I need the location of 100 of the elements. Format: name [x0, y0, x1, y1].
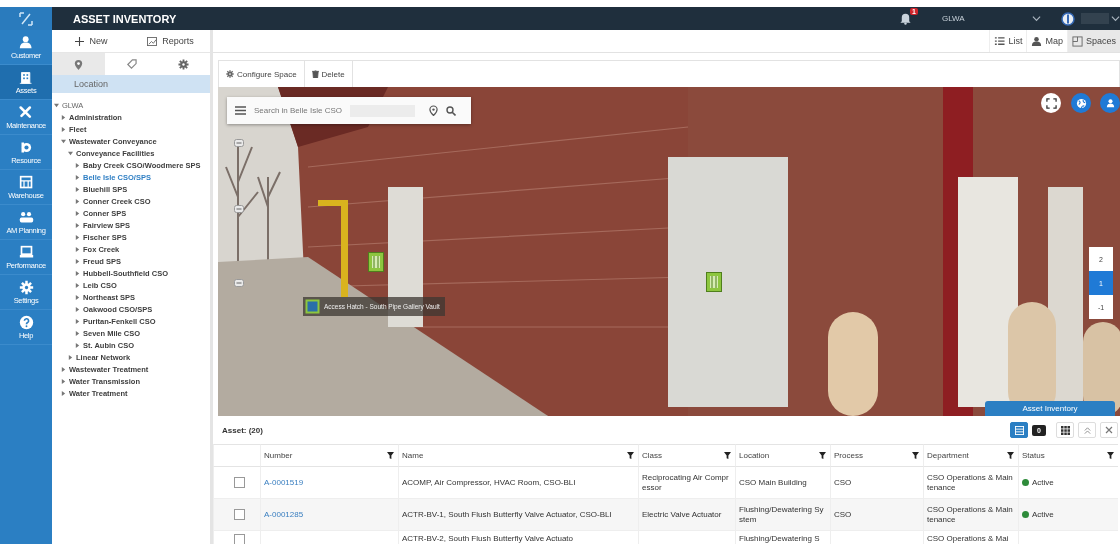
- caret-right-icon[interactable]: [61, 126, 66, 132]
- caret-right-icon[interactable]: [75, 282, 80, 288]
- column-title: Process: [834, 451, 863, 460]
- column-title: Class: [642, 451, 662, 460]
- caret-right-icon[interactable]: [75, 342, 80, 348]
- help-icon[interactable]: [18, 314, 34, 330]
- column-header[interactable]: Department: [923, 444, 1018, 467]
- filter-icon[interactable]: [1007, 452, 1014, 459]
- marker-icon[interactable]: [234, 139, 244, 147]
- person-icon[interactable]: [18, 34, 34, 50]
- caret-right-icon[interactable]: [75, 234, 80, 240]
- settings-icon[interactable]: [18, 279, 34, 295]
- panel-tab[interactable]: [52, 53, 105, 75]
- app-title: ASSET INVENTORY: [72, 12, 178, 25]
- caret-right-icon[interactable]: [61, 114, 66, 120]
- section-header: Location: [52, 75, 210, 93]
- column-header[interactable]: Name: [398, 444, 638, 467]
- caret-right-icon[interactable]: [75, 318, 80, 324]
- caret-down-icon[interactable]: [61, 138, 66, 144]
- status-text: Active: [1032, 477, 1054, 488]
- asset-marker-icon[interactable]: [368, 252, 384, 272]
- menu-icon[interactable]: [235, 106, 246, 115]
- caret-right-icon[interactable]: [61, 390, 66, 396]
- column-title: Name: [402, 451, 424, 460]
- filter-icon[interactable]: [1107, 452, 1114, 459]
- caret-right-icon[interactable]: [75, 270, 80, 276]
- filter-icon[interactable]: [627, 452, 634, 459]
- tools-icon[interactable]: [18, 104, 34, 120]
- marker-icon[interactable]: [234, 205, 244, 213]
- column-title: Status: [1022, 451, 1045, 460]
- column-header[interactable]: Process: [830, 444, 923, 467]
- asset-count: Asset: (20): [221, 425, 264, 435]
- table-cell: Flushing/Dewatering S: [739, 534, 820, 544]
- asset-inventory-tab[interactable]: Asset Inventory: [985, 401, 1115, 416]
- column-header[interactable]: Number: [260, 444, 398, 467]
- filter-icon[interactable]: [912, 452, 919, 459]
- table-cell-text: CSO Operations & Maintenance: [927, 472, 1014, 493]
- laptop-icon[interactable]: [18, 244, 34, 260]
- column-header[interactable]: Class: [638, 444, 735, 467]
- asset-link[interactable]: A-0001519: [264, 477, 304, 488]
- caret-right-icon[interactable]: [75, 258, 80, 264]
- search-icon[interactable]: [446, 105, 457, 116]
- checkbox[interactable]: [234, 534, 245, 544]
- tag-icon: [125, 58, 137, 70]
- chevron-down-icon[interactable]: [1111, 14, 1120, 23]
- caret-right-icon[interactable]: [75, 294, 80, 300]
- caret-right-icon[interactable]: [75, 306, 80, 312]
- column-header[interactable]: Location: [735, 444, 830, 467]
- table-cell: ACOMP, Air Compressor, HVAC Room, CSO-BLI: [402, 477, 576, 488]
- view-toggle[interactable]: Spaces: [1066, 30, 1120, 52]
- person-icon: [1031, 35, 1043, 47]
- filter-icon[interactable]: [724, 452, 731, 459]
- table-cell-text: Reciprocating Air Compressor: [642, 472, 730, 493]
- column-title: Number: [264, 451, 293, 460]
- column-header[interactable]: Status: [1018, 444, 1118, 467]
- close-icon: [1105, 426, 1113, 434]
- caret-right-icon[interactable]: [75, 210, 80, 216]
- caret-right-icon[interactable]: [75, 162, 80, 168]
- caret-down-icon[interactable]: [54, 102, 59, 108]
- meeting-icon[interactable]: [18, 209, 34, 225]
- asset-link[interactable]: A-0001285: [264, 509, 304, 520]
- checkbox[interactable]: [234, 509, 245, 520]
- caret-down-icon[interactable]: [68, 150, 73, 156]
- caret-right-icon[interactable]: [75, 246, 80, 252]
- table-cell-text: CSO Operations & Maintenance: [927, 504, 1014, 525]
- checkbox[interactable]: [234, 477, 245, 488]
- close-button[interactable]: [1100, 422, 1118, 438]
- chevron-down-icon[interactable]: [1032, 14, 1041, 23]
- marker-icon[interactable]: [234, 279, 244, 287]
- caret-right-icon[interactable]: [68, 354, 73, 360]
- table-view-button[interactable]: [1010, 422, 1029, 438]
- column-title: Department: [927, 451, 969, 460]
- organization-name[interactable]: GLWA: [942, 14, 1032, 23]
- pin-icon[interactable]: [429, 105, 439, 116]
- caret-right-icon[interactable]: [75, 222, 80, 228]
- warehouse-icon[interactable]: [18, 174, 34, 190]
- gear-icon: [226, 70, 234, 78]
- caret-right-icon[interactable]: [61, 366, 66, 372]
- asset-marker-icon[interactable]: [706, 272, 722, 292]
- caret-right-icon[interactable]: [75, 186, 80, 192]
- caret-right-icon[interactable]: [75, 174, 80, 180]
- column-title: Location: [739, 451, 770, 460]
- fullscreen-icon: [1045, 97, 1057, 109]
- filter-icon[interactable]: [387, 452, 394, 459]
- avatar-icon[interactable]: [1061, 11, 1075, 26]
- caret-right-icon[interactable]: [75, 330, 80, 336]
- columns-button[interactable]: [1056, 422, 1074, 438]
- grid-icon: [1060, 425, 1070, 435]
- search-value: Search in Belle Isle CSO: [254, 106, 343, 115]
- table-cell: CSO: [834, 477, 852, 488]
- hatch-marker-icon: [305, 299, 320, 314]
- globe-icon: [1075, 97, 1087, 109]
- search-field[interactable]: Search in Belle Isle CSO: [227, 97, 471, 124]
- building-icon[interactable]: [18, 69, 34, 85]
- caret-right-icon[interactable]: [75, 198, 80, 204]
- bell-icon[interactable]: [899, 12, 912, 25]
- caret-right-icon[interactable]: [61, 378, 66, 384]
- logo-icon: [17, 9, 35, 28]
- table-cell: CSO: [834, 509, 852, 520]
- filter-icon[interactable]: [819, 452, 826, 459]
